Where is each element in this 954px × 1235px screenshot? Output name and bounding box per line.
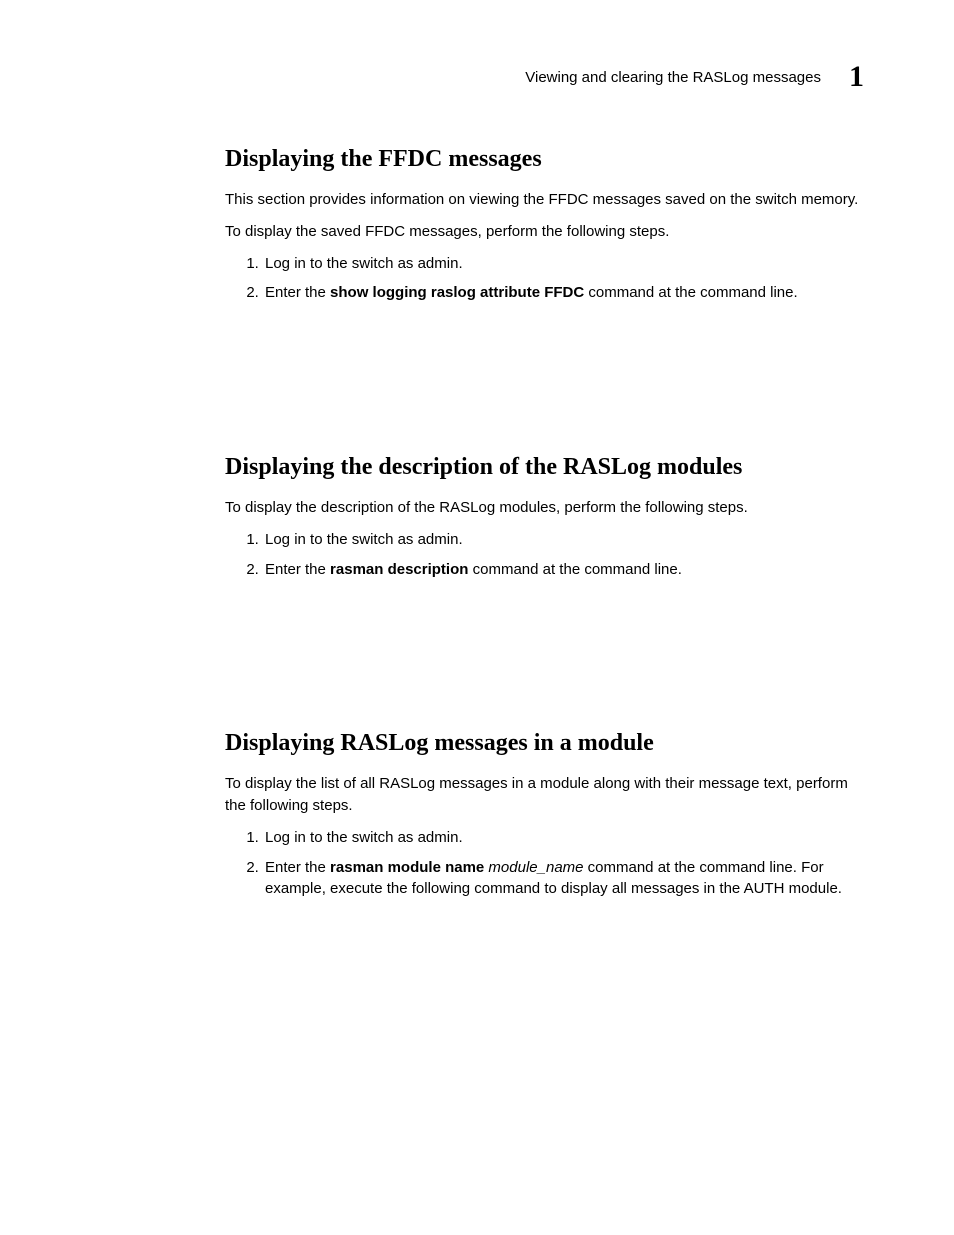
running-header-text: Viewing and clearing the RASLog messages <box>525 69 821 86</box>
paragraph: To display the saved FFDC messages, perf… <box>225 221 864 243</box>
step-item: Log in to the switch as admin. <box>263 827 864 849</box>
steps-list: Log in to the switch as admin. Enter the… <box>225 827 864 900</box>
command-text: rasman module name <box>330 859 484 876</box>
page-container: Viewing and clearing the RASLog messages… <box>0 0 954 1235</box>
step-text: Log in to the switch as admin. <box>265 829 463 846</box>
step-item: Log in to the switch as admin. <box>263 529 864 551</box>
step-text-post: command at the command line. <box>468 561 681 578</box>
step-item: Enter the rasman description command at … <box>263 559 864 581</box>
step-text: Log in to the switch as admin. <box>265 531 463 548</box>
step-item: Enter the show logging raslog attribute … <box>263 282 864 304</box>
step-item: Enter the rasman module name module_name… <box>263 857 864 901</box>
step-text-pre: Enter the <box>265 561 330 578</box>
step-text-post: command at the command line. <box>584 284 797 301</box>
running-header: Viewing and clearing the RASLog messages… <box>225 60 864 94</box>
command-arg: module_name <box>484 859 583 876</box>
steps-list: Log in to the switch as admin. Enter the… <box>225 529 864 581</box>
paragraph: This section provides information on vie… <box>225 189 864 211</box>
section-title: Displaying the FFDC messages <box>225 146 864 173</box>
paragraph: To display the list of all RASLog messag… <box>225 773 864 817</box>
step-text-pre: Enter the <box>265 284 330 301</box>
section-title: Displaying RASLog messages in a module <box>225 730 864 757</box>
step-text: Log in to the switch as admin. <box>265 255 463 272</box>
step-text-pre: Enter the <box>265 859 330 876</box>
section-body: To display the list of all RASLog messag… <box>225 773 864 900</box>
section-body: To display the description of the RASLog… <box>225 497 864 580</box>
section-body: This section provides information on vie… <box>225 189 864 304</box>
paragraph: To display the description of the RASLog… <box>225 497 864 519</box>
section-title: Displaying the description of the RASLog… <box>225 454 864 481</box>
steps-list: Log in to the switch as admin. Enter the… <box>225 253 864 305</box>
chapter-number: 1 <box>849 60 864 94</box>
command-text: show logging raslog attribute FFDC <box>330 284 584 301</box>
command-text: rasman description <box>330 561 468 578</box>
step-item: Log in to the switch as admin. <box>263 253 864 275</box>
section-raslog-in-module: Displaying RASLog messages in a module T… <box>225 730 864 900</box>
section-ffdc: Displaying the FFDC messages This sectio… <box>225 146 864 304</box>
section-raslog-modules: Displaying the description of the RASLog… <box>225 454 864 580</box>
